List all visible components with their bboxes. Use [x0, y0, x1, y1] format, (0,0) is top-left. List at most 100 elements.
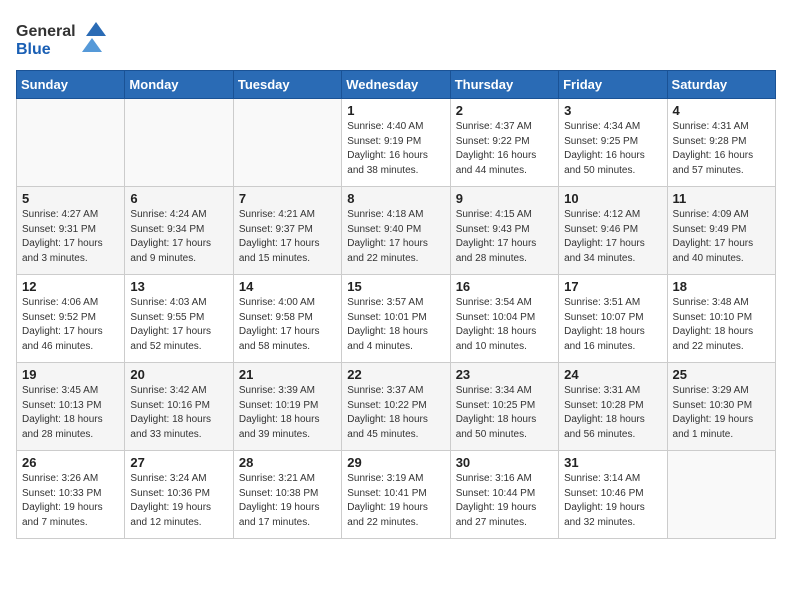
calendar-cell: 27 Sunrise: 3:24 AM Sunset: 10:36 PM Dayl… — [125, 451, 233, 539]
day-info: Sunrise: 4:12 AM Sunset: 9:46 PM Dayligh… — [564, 208, 661, 266]
calendar-cell: 13Sunrise: 4:03 AM Sunset: 9:55 PM Dayli… — [125, 275, 233, 363]
calendar-cell: 16 Sunrise: 3:54 AM Sunset: 10:04 PM Dayl… — [450, 275, 558, 363]
calendar-cell: 24 Sunrise: 3:31 AM Sunset: 10:28 PM Dayl… — [559, 363, 667, 451]
logo: General Blue — [16, 16, 106, 60]
day-number: 26 — [22, 455, 119, 470]
calendar-cell: 14 Sunrise: 4:00 AM Sunset: 9:58 PM Dayli… — [233, 275, 341, 363]
day-number: 14 — [239, 279, 336, 294]
header-saturday: Saturday — [667, 71, 775, 99]
day-number: 11 — [673, 191, 770, 206]
calendar-cell: 12 Sunrise: 4:06 AM Sunset: 9:52 PM Dayli… — [17, 275, 125, 363]
day-number: 30 — [456, 455, 553, 470]
day-number: 12 — [22, 279, 119, 294]
day-number: 27 — [130, 455, 227, 470]
day-info: Sunrise: 3:21 AM Sunset: 10:38 PM Daylig… — [239, 472, 336, 530]
day-info: Sunrise: 4:21 AM Sunset: 9:37 PM Dayligh… — [239, 208, 336, 266]
calendar-cell: 19Sunrise: 3:45 AM Sunset: 10:13 PM Dayl… — [17, 363, 125, 451]
calendar-cell — [125, 99, 233, 187]
calendar-header-row: SundayMondayTuesdayWednesdayThursdayFrid… — [17, 71, 776, 99]
day-number: 24 — [564, 367, 661, 382]
header-wednesday: Wednesday — [342, 71, 450, 99]
day-info: Sunrise: 3:39 AM Sunset: 10:19 PM Daylig… — [239, 384, 336, 442]
day-info: Sunrise: 3:14 AM Sunset: 10:46 PM Daylig… — [564, 472, 661, 530]
day-number: 19 — [22, 367, 119, 382]
day-info: Sunrise: 4:15 AM Sunset: 9:43 PM Dayligh… — [456, 208, 553, 266]
calendar-cell: 26 Sunrise: 3:26 AM Sunset: 10:33 PM Dayl… — [17, 451, 125, 539]
page-header: General Blue — [16, 16, 776, 60]
day-number: 6 — [130, 191, 227, 206]
day-number: 23 — [456, 367, 553, 382]
calendar-cell: 10 Sunrise: 4:12 AM Sunset: 9:46 PM Dayli… — [559, 187, 667, 275]
calendar-cell: 29 Sunrise: 3:19 AM Sunset: 10:41 PM Dayl… — [342, 451, 450, 539]
day-number: 5 — [22, 191, 119, 206]
day-info: Sunrise: 4:37 AM Sunset: 9:22 PM Dayligh… — [456, 120, 553, 178]
day-info: Sunrise: 3:24 AM Sunset: 10:36 PM Daylig… — [130, 472, 227, 530]
header-sunday: Sunday — [17, 71, 125, 99]
day-info: Sunrise: 3:57 AM Sunset: 10:01 PM Daylig… — [347, 296, 444, 354]
calendar-cell: 1 Sunrise: 4:40 AM Sunset: 9:19 PM Daylig… — [342, 99, 450, 187]
day-number: 2 — [456, 103, 553, 118]
day-number: 1 — [347, 103, 444, 118]
calendar-cell — [233, 99, 341, 187]
svg-text:Blue: Blue — [16, 41, 51, 58]
day-info: Sunrise: 3:42 AM Sunset: 10:16 PM Daylig… — [130, 384, 227, 442]
calendar-cell: 3Sunrise: 4:34 AM Sunset: 9:25 PM Daylig… — [559, 99, 667, 187]
day-info: Sunrise: 4:09 AM Sunset: 9:49 PM Dayligh… — [673, 208, 770, 266]
svg-text:General: General — [16, 23, 76, 40]
header-tuesday: Tuesday — [233, 71, 341, 99]
day-number: 13 — [130, 279, 227, 294]
day-number: 18 — [673, 279, 770, 294]
day-number: 25 — [673, 367, 770, 382]
calendar-cell: 11 Sunrise: 4:09 AM Sunset: 9:49 PM Dayli… — [667, 187, 775, 275]
day-info: Sunrise: 3:29 AM Sunset: 10:30 PM Daylig… — [673, 384, 770, 442]
day-number: 15 — [347, 279, 444, 294]
day-info: Sunrise: 4:34 AM Sunset: 9:25 PM Dayligh… — [564, 120, 661, 178]
day-info: Sunrise: 4:00 AM Sunset: 9:58 PM Dayligh… — [239, 296, 336, 354]
day-number: 29 — [347, 455, 444, 470]
day-info: Sunrise: 3:31 AM Sunset: 10:28 PM Daylig… — [564, 384, 661, 442]
calendar-cell: 22Sunrise: 3:37 AM Sunset: 10:22 PM Dayl… — [342, 363, 450, 451]
header-thursday: Thursday — [450, 71, 558, 99]
calendar-cell: 21 Sunrise: 3:39 AM Sunset: 10:19 PM Dayl… — [233, 363, 341, 451]
day-info: Sunrise: 3:48 AM Sunset: 10:10 PM Daylig… — [673, 296, 770, 354]
day-number: 21 — [239, 367, 336, 382]
calendar-week-4: 19Sunrise: 3:45 AM Sunset: 10:13 PM Dayl… — [17, 363, 776, 451]
day-info: Sunrise: 4:06 AM Sunset: 9:52 PM Dayligh… — [22, 296, 119, 354]
calendar-cell: 17 Sunrise: 3:51 AM Sunset: 10:07 PM Dayl… — [559, 275, 667, 363]
calendar-table: SundayMondayTuesdayWednesdayThursdayFrid… — [16, 70, 776, 539]
calendar-week-2: 5Sunrise: 4:27 AM Sunset: 9:31 PM Daylig… — [17, 187, 776, 275]
day-info: Sunrise: 4:40 AM Sunset: 9:19 PM Dayligh… — [347, 120, 444, 178]
calendar-cell — [17, 99, 125, 187]
day-info: Sunrise: 3:34 AM Sunset: 10:25 PM Daylig… — [456, 384, 553, 442]
logo-svg: General Blue — [16, 16, 106, 60]
day-info: Sunrise: 3:37 AM Sunset: 10:22 PM Daylig… — [347, 384, 444, 442]
calendar-cell — [667, 451, 775, 539]
header-friday: Friday — [559, 71, 667, 99]
day-number: 20 — [130, 367, 227, 382]
day-info: Sunrise: 3:26 AM Sunset: 10:33 PM Daylig… — [22, 472, 119, 530]
day-number: 31 — [564, 455, 661, 470]
calendar-cell: 23 Sunrise: 3:34 AM Sunset: 10:25 PM Dayl… — [450, 363, 558, 451]
day-number: 17 — [564, 279, 661, 294]
day-number: 8 — [347, 191, 444, 206]
day-number: 16 — [456, 279, 553, 294]
day-info: Sunrise: 3:16 AM Sunset: 10:44 PM Daylig… — [456, 472, 553, 530]
calendar-cell: 28 Sunrise: 3:21 AM Sunset: 10:38 PM Dayl… — [233, 451, 341, 539]
day-info: Sunrise: 3:51 AM Sunset: 10:07 PM Daylig… — [564, 296, 661, 354]
calendar-week-3: 12 Sunrise: 4:06 AM Sunset: 9:52 PM Dayli… — [17, 275, 776, 363]
calendar-cell: 4Sunrise: 4:31 AM Sunset: 9:28 PM Daylig… — [667, 99, 775, 187]
day-info: Sunrise: 4:24 AM Sunset: 9:34 PM Dayligh… — [130, 208, 227, 266]
calendar-cell: 9 Sunrise: 4:15 AM Sunset: 9:43 PM Daylig… — [450, 187, 558, 275]
calendar-cell: 18 Sunrise: 3:48 AM Sunset: 10:10 PM Dayl… — [667, 275, 775, 363]
calendar-cell: 6 Sunrise: 4:24 AM Sunset: 9:34 PM Daylig… — [125, 187, 233, 275]
day-number: 10 — [564, 191, 661, 206]
calendar-cell: 7Sunrise: 4:21 AM Sunset: 9:37 PM Daylig… — [233, 187, 341, 275]
calendar-cell: 5Sunrise: 4:27 AM Sunset: 9:31 PM Daylig… — [17, 187, 125, 275]
day-info: Sunrise: 4:31 AM Sunset: 9:28 PM Dayligh… — [673, 120, 770, 178]
day-info: Sunrise: 4:18 AM Sunset: 9:40 PM Dayligh… — [347, 208, 444, 266]
day-info: Sunrise: 3:19 AM Sunset: 10:41 PM Daylig… — [347, 472, 444, 530]
calendar-cell: 20 Sunrise: 3:42 AM Sunset: 10:16 PM Dayl… — [125, 363, 233, 451]
day-number: 9 — [456, 191, 553, 206]
day-number: 28 — [239, 455, 336, 470]
day-info: Sunrise: 3:54 AM Sunset: 10:04 PM Daylig… — [456, 296, 553, 354]
